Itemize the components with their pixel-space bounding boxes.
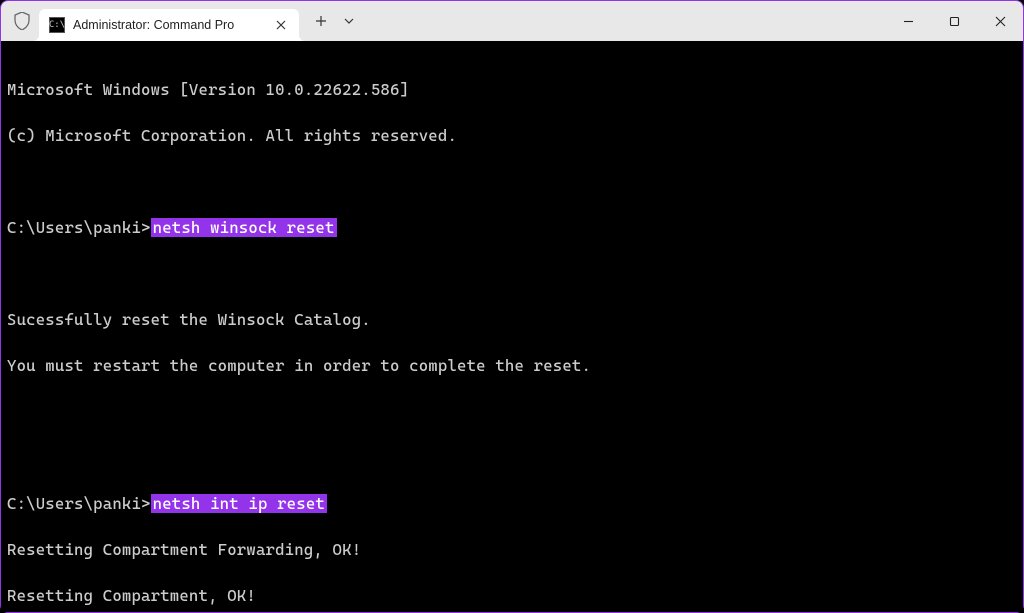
new-tab-button[interactable]: [305, 5, 337, 37]
close-tab-button[interactable]: [273, 17, 289, 33]
shield-icon: [13, 12, 31, 30]
terminal-line: [7, 170, 1017, 193]
cmd-icon: C:\: [49, 17, 65, 33]
highlighted-command: netsh winsock reset: [151, 218, 337, 237]
terminal-line: Sucessfully reset the Winsock Catalog.: [7, 308, 1017, 331]
titlebar: C:\ Administrator: Command Pro: [1, 1, 1023, 41]
terminal-line: Resetting Compartment Forwarding, OK!: [7, 538, 1017, 561]
tab-active[interactable]: C:\ Administrator: Command Pro: [39, 9, 299, 41]
terminal-content[interactable]: Microsoft Windows [Version 10.0.22622.58…: [1, 41, 1023, 612]
prompt-path: C:\Users\panki>: [7, 494, 151, 513]
tab-dropdown-button[interactable]: [337, 5, 361, 37]
highlighted-command: netsh int ip reset: [151, 494, 327, 513]
window-controls: [885, 1, 1023, 41]
terminal-line: [7, 446, 1017, 469]
minimize-button[interactable]: [885, 1, 931, 41]
terminal-line: Resetting Compartment, OK!: [7, 584, 1017, 607]
terminal-line: Microsoft Windows [Version 10.0.22622.58…: [7, 78, 1017, 101]
prompt-path: C:\Users\panki>: [7, 218, 151, 237]
maximize-button[interactable]: [931, 1, 977, 41]
terminal-line: (c) Microsoft Corporation. All rights re…: [7, 124, 1017, 147]
terminal-line: [7, 400, 1017, 423]
terminal-prompt: C:\Users\panki>netsh int ip reset: [7, 492, 1017, 515]
close-window-button[interactable]: [977, 1, 1023, 41]
terminal-line: [7, 262, 1017, 285]
terminal-prompt: C:\Users\panki>netsh winsock reset: [7, 216, 1017, 239]
tab-title: Administrator: Command Pro: [73, 18, 265, 32]
terminal-line: You must restart the computer in order t…: [7, 354, 1017, 377]
